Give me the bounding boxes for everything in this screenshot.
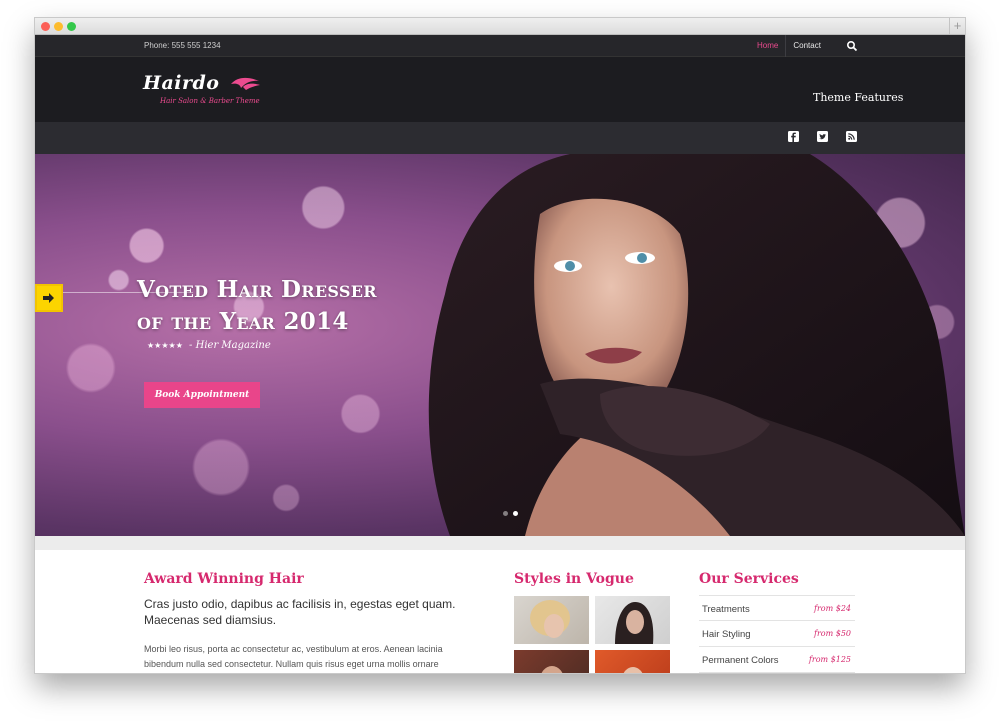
- hero-title-line1: Voted Hair Dresser: [137, 276, 377, 303]
- top-bar: Phone: 555 555 1234 Home Contact: [35, 35, 965, 57]
- hero-slider: Voted Hair Dresser of the Year 2014 ★★★★…: [35, 154, 965, 536]
- services-title: Our Services: [699, 571, 799, 587]
- hero-model-image: [428, 154, 965, 536]
- hero-quote: ★★★★★ - Hier Magazine: [147, 340, 271, 351]
- new-tab-button[interactable]: +: [949, 18, 965, 34]
- hero-title-line2: of the Year 2014: [137, 308, 349, 335]
- award-body: Morbi leo risus, porta ac consectetur ac…: [144, 644, 443, 669]
- style-thumbnail[interactable]: [514, 650, 589, 673]
- service-name: Permanent Colors: [702, 655, 779, 666]
- section-divider-strip: [35, 536, 965, 550]
- award-title: Award Winning Hair: [144, 571, 304, 587]
- service-row[interactable]: Treatments from $24: [699, 595, 855, 621]
- facebook-icon[interactable]: [788, 131, 799, 142]
- rss-icon[interactable]: [846, 131, 857, 142]
- browser-titlebar: +: [35, 18, 965, 35]
- slide-arrow-button[interactable]: [35, 284, 63, 312]
- top-nav: Home Contact: [750, 35, 828, 57]
- style-thumbnail[interactable]: [514, 596, 589, 644]
- service-name: Hair Styling: [702, 629, 751, 640]
- slider-dot-2[interactable]: [513, 511, 518, 516]
- site-header: Hairdo Hair Salon & Barber Theme Theme F…: [35, 57, 965, 122]
- nav-home-link[interactable]: Home: [750, 35, 785, 57]
- menu-theme-features[interactable]: Theme Features: [813, 91, 903, 104]
- award-lead: Cras justo odio, dapibus ac facilisis in…: [144, 597, 456, 627]
- service-name: Treatments: [702, 604, 750, 615]
- service-price: from $24: [814, 604, 851, 613]
- nav-contact-link[interactable]: Contact: [785, 35, 828, 57]
- slider-dot-1[interactable]: [503, 511, 508, 516]
- style-thumbnail[interactable]: [595, 596, 670, 644]
- slider-pagination: [503, 511, 518, 516]
- site-logo[interactable]: Hairdo Hair Salon & Barber Theme: [143, 72, 273, 110]
- minimize-window-button[interactable]: [54, 22, 63, 31]
- hair-swirl-icon: [231, 77, 260, 90]
- social-bar: [35, 122, 965, 154]
- quote-source: - Hier Magazine: [189, 340, 271, 351]
- logo-tagline: Hair Salon & Barber Theme: [160, 97, 260, 105]
- search-icon[interactable]: [846, 40, 858, 52]
- maximize-window-button[interactable]: [67, 22, 76, 31]
- hero-title: Voted Hair Dresser of the Year 2014: [137, 274, 457, 338]
- service-price: from $50: [814, 629, 851, 638]
- vogue-title: Styles in Vogue: [514, 571, 634, 587]
- twitter-icon[interactable]: [817, 131, 828, 142]
- arrow-right-icon: [43, 293, 54, 303]
- service-row[interactable]: Permanent Colors from $125: [699, 647, 855, 673]
- rating-stars: ★★★★★: [147, 341, 183, 350]
- content-section: Award Winning Hair Cras justo odio, dapi…: [35, 550, 965, 673]
- service-row[interactable]: Hair Styling from $50: [699, 621, 855, 647]
- logo-text: Hairdo: [143, 72, 220, 94]
- style-thumbnail[interactable]: [595, 650, 670, 673]
- book-appointment-button[interactable]: Book Appointment: [144, 382, 260, 408]
- service-price: from $125: [808, 655, 851, 664]
- browser-window: + Phone: 555 555 1234 Home Contact Haird…: [35, 18, 965, 673]
- close-window-button[interactable]: [41, 22, 50, 31]
- phone-number: Phone: 555 555 1234: [144, 41, 221, 50]
